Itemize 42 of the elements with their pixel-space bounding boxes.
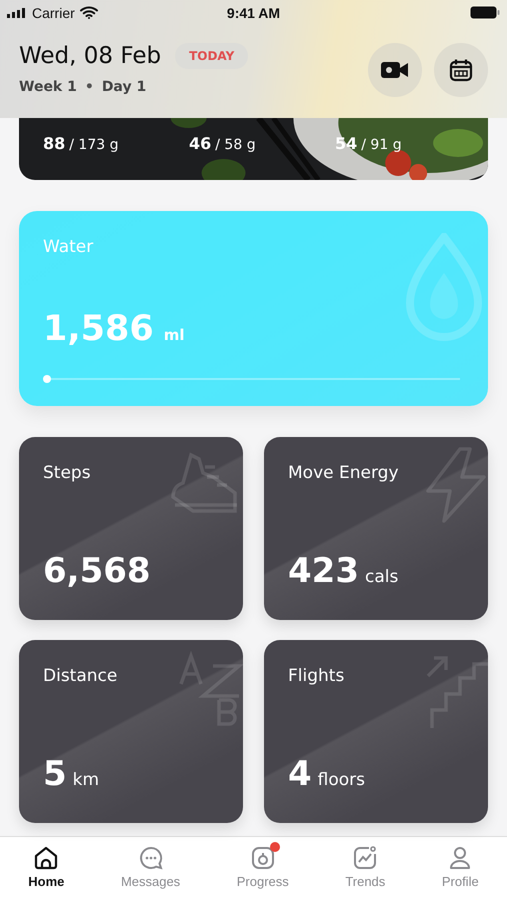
macro-value: 46: [189, 134, 212, 153]
macro-goal: / 91 g: [361, 137, 402, 153]
calendar-icon: [449, 58, 473, 82]
video-camera-icon: [381, 60, 409, 80]
stat-title: Steps: [43, 463, 92, 483]
day-label: Day 1: [102, 79, 146, 95]
stat-value: 6,568: [43, 551, 151, 591]
stat-card[interactable]: Steps 6,568: [19, 437, 243, 620]
water-progress-thumb[interactable]: [43, 375, 51, 383]
stat-card[interactable]: Distance 5 km: [19, 640, 243, 823]
trend-chart-icon: [352, 845, 378, 871]
water-title: Water: [43, 237, 94, 257]
home-icon: [33, 845, 60, 871]
tab-bar-item[interactable]: Home: [24, 845, 68, 900]
water-amount: 1,586: [43, 309, 154, 349]
carrier-name: Carrier: [32, 4, 75, 20]
stat-title: Move Energy: [288, 463, 400, 483]
water-drop-icon: [404, 233, 484, 343]
stat-card[interactable]: Flights 4 floors: [264, 640, 488, 823]
stat-unit: floors: [318, 770, 366, 790]
macro-value: 88: [43, 134, 66, 153]
stat-value: 5: [43, 754, 67, 794]
date-title: Wed, 08 Feb: [19, 43, 162, 69]
week-label: Week 1: [19, 79, 77, 95]
stat-unit: cals: [364, 567, 398, 587]
stat-title: Distance: [43, 666, 118, 686]
wifi-icon: [80, 6, 98, 19]
macro-goal: / 58 g: [215, 137, 256, 153]
stat-value: 423: [288, 551, 359, 591]
macro-goal: / 173 g: [69, 137, 118, 153]
separator-dot: •: [84, 79, 94, 95]
scale-icon: [250, 845, 276, 871]
battery-icon: [470, 6, 500, 19]
route-icon: [177, 650, 243, 726]
stat-card[interactable]: Move Energy 423 cals: [264, 437, 488, 620]
chat-bubble-icon: [138, 845, 164, 871]
stat-unit: km: [72, 770, 100, 790]
status-time: 9:41 AM: [226, 4, 280, 20]
water-unit: ml: [164, 326, 184, 344]
stat-value: 4: [288, 754, 312, 794]
signal-icon: [7, 8, 27, 18]
stat-title: Flights: [288, 666, 346, 686]
